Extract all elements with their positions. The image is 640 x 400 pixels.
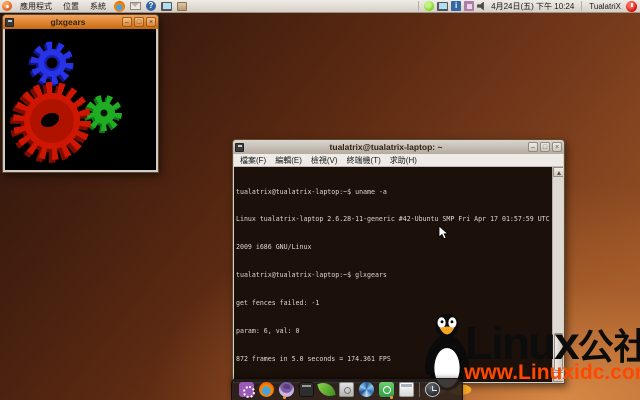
power-icon[interactable] [626, 0, 637, 12]
terminal-line: get fences failed: -1 [236, 299, 320, 308]
gears-graphic [10, 41, 122, 163]
glxgears-window-icon [5, 17, 14, 27]
dock [231, 378, 463, 400]
menu-places[interactable]: 位置 [60, 1, 82, 12]
menu-system[interactable]: 系統 [87, 1, 109, 12]
terminal-output: tualatrix@tualatrix-laptop:~$ uname -a L… [236, 169, 550, 380]
window-app-icon[interactable] [399, 382, 414, 397]
glxgears-maximize-button[interactable]: □ [134, 17, 144, 27]
terminal-dock-icon[interactable] [299, 382, 314, 397]
ubuntu-menu-icon[interactable] [2, 1, 12, 11]
mouse-cursor [438, 225, 449, 240]
brand-cjk-text: 公社 [577, 326, 640, 367]
files-launcher-icon[interactable] [177, 1, 187, 11]
terminal-line: 2009 i686 GNU/Linux [236, 243, 312, 252]
panel-tray: 4月24日(五) 下午 10:24 TualatriX [416, 0, 640, 12]
scroll-down-icon[interactable] [553, 372, 563, 382]
terminal-menu-help[interactable]: 求助(H) [390, 155, 417, 166]
firefox-dock-icon[interactable] [259, 382, 274, 397]
terminal-line: 872 frames in 5.0 seconds = 174.361 FPS [236, 354, 391, 363]
tray-separator [418, 1, 420, 11]
help-launcher-icon[interactable] [146, 1, 156, 11]
glxgears-titlebar[interactable]: glxgears – □ × [3, 15, 158, 29]
terminal-line: Linux tualatrix-laptop 2.6.28-11-generic… [236, 215, 550, 224]
user-separator [581, 1, 583, 11]
terminal-menu-file[interactable]: 檔案(F) [240, 155, 266, 166]
terminal-window: tualatrix@tualatrix-laptop: ~ – □ × 檔案(F… [232, 139, 565, 384]
input-method-icon[interactable] [464, 1, 475, 11]
glxgears-canvas [5, 29, 156, 170]
terminal-scrollbar[interactable] [552, 167, 563, 382]
scrollbar-thumb[interactable] [553, 333, 563, 371]
terminal-maximize-button[interactable]: □ [540, 142, 550, 152]
glxgears-window: glxgears – □ × [2, 14, 159, 173]
glxgears-window-title: glxgears [50, 17, 86, 27]
disk-utility-icon[interactable] [339, 382, 354, 397]
update-manager-icon[interactable] [424, 1, 435, 11]
terminal-window-title: tualatrix@tualatrix-laptop: ~ [329, 142, 443, 152]
terminal-line: tualatrix@tualatrix-laptop:~$ uname -a [236, 187, 387, 196]
clock-dock-icon[interactable] [425, 382, 440, 397]
terminal-titlebar[interactable]: tualatrix@tualatrix-laptop: ~ – □ × [233, 140, 564, 154]
terminal-menubar: 檔案(F) 編輯(E) 檢視(V) 終端機(T) 求助(H) [234, 154, 563, 167]
running-indicator [390, 396, 393, 399]
firefox-launcher-icon[interactable] [114, 0, 125, 12]
dock-separator [419, 382, 420, 397]
leaf-app-icon[interactable] [317, 380, 336, 399]
menu-applications[interactable]: 應用程式 [17, 1, 55, 12]
user-switcher[interactable]: TualatriX [587, 2, 623, 11]
package-search-icon[interactable] [379, 382, 394, 397]
pidgin-icon[interactable] [279, 382, 294, 397]
panel-left: 應用程式 位置 系統 [0, 0, 187, 12]
volume-icon[interactable] [477, 1, 484, 11]
swirl-app-icon[interactable] [359, 382, 374, 397]
terminal-menu-view[interactable]: 檢視(V) [311, 155, 338, 166]
terminal-line: tualatrix@tualatrix-laptop:~$ glxgears [236, 271, 387, 280]
mail-launcher-icon[interactable] [130, 2, 141, 10]
display-tray-icon[interactable] [437, 1, 449, 11]
terminal-minimize-button[interactable]: – [528, 142, 538, 152]
terminal-menu-edit[interactable]: 編輯(E) [275, 155, 302, 166]
glxgears-close-button[interactable]: × [146, 17, 156, 27]
terminal-window-icon [235, 142, 244, 152]
clock-applet[interactable]: 4月24日(五) 下午 10:24 [489, 1, 576, 12]
terminal-close-button[interactable]: × [552, 142, 562, 152]
terminal-line: param: 6, val: 0 [236, 327, 300, 336]
scroll-up-icon[interactable] [553, 167, 563, 177]
input-method-i-icon[interactable] [451, 1, 462, 11]
ubuntu-tweak-icon[interactable] [239, 382, 255, 398]
running-indicator [283, 396, 286, 399]
top-panel: 應用程式 位置 系統 4月24日(五) 下午 10:24 TualatriX [0, 0, 640, 13]
desktop: 應用程式 位置 系統 4月24日(五) 下午 10:24 TualatriX g… [0, 0, 640, 400]
glxgears-minimize-button[interactable]: – [122, 17, 132, 27]
screen-launcher-icon[interactable] [161, 1, 172, 11]
terminal-menu-terminal[interactable]: 終端機(T) [347, 155, 381, 166]
terminal-body[interactable]: tualatrix@tualatrix-laptop:~$ uname -a L… [234, 167, 563, 382]
